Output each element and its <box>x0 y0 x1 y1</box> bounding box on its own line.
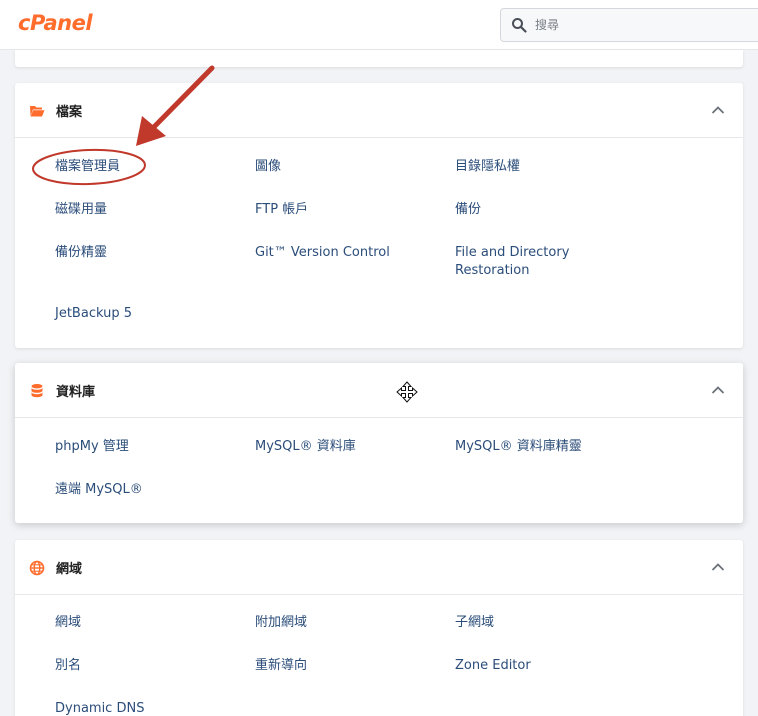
phpmyadmin-link[interactable]: phpMy 管理 <box>55 438 235 456</box>
chevron-up-icon[interactable] <box>711 383 725 397</box>
search-icon <box>512 18 527 33</box>
files-section: 檔案 檔案管理員 圖像 目錄隱私權 磁碟用量 FTP 帳戶 備份 備份精靈 Gi… <box>15 83 743 348</box>
mysql-database-wizard-link[interactable]: MySQL® 資料庫精靈 <box>455 438 655 456</box>
databases-section-header[interactable]: 資料庫 <box>15 363 743 418</box>
section-title: 網域 <box>56 562 83 577</box>
zone-editor-link[interactable]: Zone Editor <box>455 657 635 675</box>
file-directory-restoration-link[interactable]: File and Directory Restoration <box>455 244 595 280</box>
cpanel-logo[interactable]: cPanel <box>18 11 93 35</box>
move-cursor-icon <box>396 381 418 403</box>
search-input[interactable] <box>535 9 755 41</box>
subdomains-link[interactable]: 子網域 <box>455 614 635 632</box>
disk-usage-link[interactable]: 磁碟用量 <box>55 201 235 219</box>
dynamic-dns-link[interactable]: Dynamic DNS <box>55 700 235 716</box>
backup-wizard-link[interactable]: 備份精靈 <box>55 244 235 262</box>
images-link[interactable]: 圖像 <box>255 158 435 176</box>
domains-section: 網域 網域 附加網域 子網域 別名 重新導向 Zone Editor Dynam… <box>15 540 743 716</box>
jetbackup-link[interactable]: JetBackup 5 <box>55 305 235 323</box>
file-manager-link[interactable]: 檔案管理員 <box>55 158 235 176</box>
chevron-up-icon[interactable] <box>711 103 725 117</box>
section-title: 檔案 <box>56 105 83 120</box>
backup-link[interactable]: 備份 <box>455 201 635 219</box>
directory-privacy-link[interactable]: 目錄隱私權 <box>455 158 635 176</box>
ftp-accounts-link[interactable]: FTP 帳戶 <box>255 201 435 219</box>
folder-open-icon <box>30 106 45 117</box>
files-section-header[interactable]: 檔案 <box>15 83 743 138</box>
domains-link[interactable]: 網域 <box>55 614 235 632</box>
database-icon <box>31 384 43 398</box>
section-title: 資料庫 <box>56 385 96 400</box>
domains-section-header[interactable]: 網域 <box>15 540 743 595</box>
search-box[interactable] <box>500 8 758 42</box>
top-bar: cPanel <box>0 0 758 50</box>
redirects-link[interactable]: 重新導向 <box>255 657 435 675</box>
git-version-control-link[interactable]: Git™ Version Control <box>255 244 435 262</box>
globe-icon <box>29 560 45 576</box>
previous-section-card <box>15 50 743 67</box>
addon-domains-link[interactable]: 附加網域 <box>255 614 435 632</box>
mysql-databases-link[interactable]: MySQL® 資料庫 <box>255 438 435 456</box>
databases-section: 資料庫 phpMy 管理 MySQL® 資料庫 MySQL® 資料庫精靈 遠端 … <box>15 363 743 523</box>
aliases-link[interactable]: 別名 <box>55 657 235 675</box>
remote-mysql-link[interactable]: 遠端 MySQL® <box>55 481 235 499</box>
chevron-up-icon[interactable] <box>711 560 725 574</box>
